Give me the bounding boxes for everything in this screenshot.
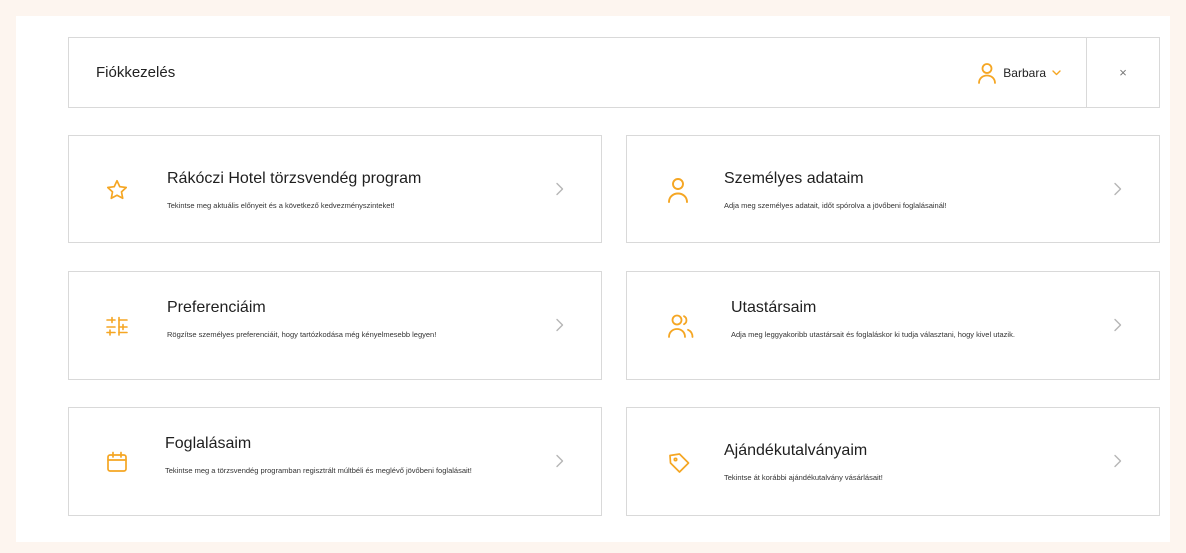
card-loyalty-program[interactable]: Rákóczi Hotel törzsvendég program Tekint… (68, 135, 602, 243)
card-description: Adja meg leggyakoribb utastársait és fog… (731, 330, 1015, 339)
card-description: Tekintse meg a törzsvendég programban re… (165, 466, 472, 475)
card-title: Preferenciáim (167, 299, 266, 316)
card-bookings[interactable]: Foglalásaim Tekintse meg a törzsvendég p… (68, 407, 602, 516)
page-title: Fiókkezelés (96, 64, 176, 81)
chevron-right-icon (555, 454, 565, 468)
close-button[interactable]: × (1087, 38, 1159, 107)
tag-icon (667, 451, 691, 475)
card-title: Ajándékutalványaim (724, 442, 868, 459)
card-title: Rákóczi Hotel törzsvendég program (167, 170, 422, 187)
user-name: Barbara (1003, 65, 1046, 80)
card-title: Személyes adataim (724, 170, 864, 187)
card-description: Adja meg személyes adatait, időt spórolv… (724, 201, 947, 210)
card-gift-vouchers[interactable]: Ajándékutalványaim Tekintse át korábbi a… (626, 407, 1160, 516)
user-icon (977, 62, 997, 84)
users-icon (667, 312, 695, 340)
card-personal-data[interactable]: Személyes adataim Adja meg személyes ada… (626, 135, 1160, 243)
card-description: Rögzítse személyes preferenciáit, hogy t… (167, 330, 437, 339)
calendar-icon (105, 450, 129, 474)
card-preferences[interactable]: Preferenciáim Rögzítse személyes prefere… (68, 271, 602, 380)
chevron-down-icon (1052, 69, 1061, 76)
card-description: Tekintse át korábbi ajándékutalvány vásá… (724, 473, 883, 482)
card-description: Tekintse meg aktuális előnyeit és a köve… (167, 201, 395, 210)
chevron-right-icon (555, 318, 565, 332)
chevron-right-icon (1113, 318, 1123, 332)
header-bar: Fiókkezelés Barbara × (68, 37, 1160, 108)
user-icon (667, 177, 691, 203)
card-companions[interactable]: Utastársaim Adja meg leggyakoribb utastá… (626, 271, 1160, 380)
star-icon (105, 178, 129, 202)
chevron-right-icon (555, 182, 565, 196)
account-panel: Fiókkezelés Barbara × Rákóczi Hotel törz… (16, 16, 1170, 542)
user-menu-button[interactable]: Barbara (977, 38, 1087, 107)
sliders-icon (105, 314, 129, 338)
card-title: Utastársaim (731, 299, 817, 316)
chevron-right-icon (1113, 182, 1123, 196)
chevron-right-icon (1113, 454, 1123, 468)
card-title: Foglalásaim (165, 435, 252, 452)
